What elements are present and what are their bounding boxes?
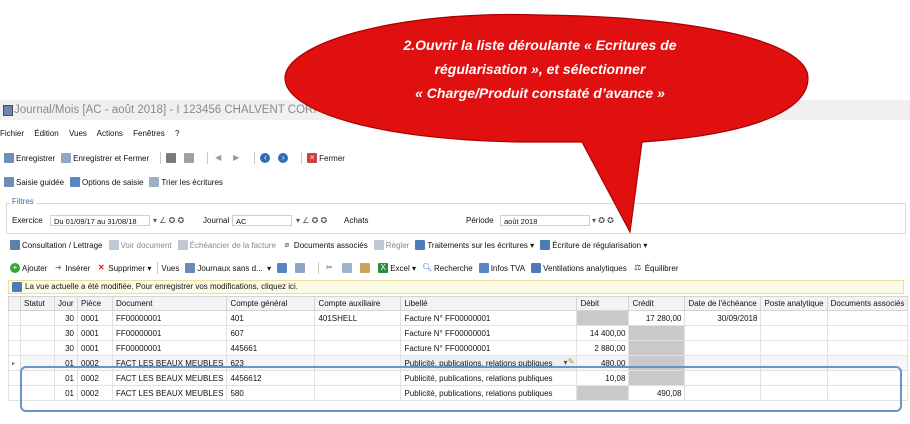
callout-line-2: régularisation », et sélectionner: [434, 61, 646, 77]
callout-line-1: 2.Ouvrir la liste déroulante « Ecritures…: [403, 37, 677, 53]
callout-line-3: « Charge/Produit constaté d’avance »: [415, 85, 665, 101]
